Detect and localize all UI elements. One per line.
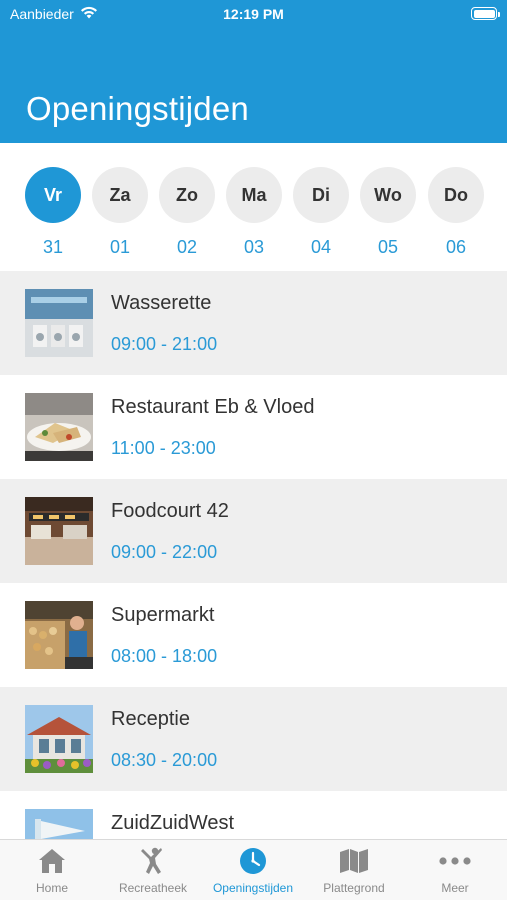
- foodcourt-photo: [25, 497, 93, 565]
- location-hours: 09:00 - 21:00: [111, 334, 218, 354]
- location-hours: 08:30 - 20:00: [111, 750, 218, 770]
- location-hours: 11:00 - 23:00: [111, 438, 216, 458]
- status-time: 12:19 PM: [223, 6, 284, 22]
- page-title: Openingstijden: [26, 90, 249, 127]
- supermarket-photo: [25, 601, 93, 669]
- clock-icon: [203, 846, 303, 876]
- day-label: Vr: [25, 167, 81, 223]
- status-bar: Aanbieder 12:19 PM: [0, 0, 507, 28]
- map-icon: [304, 846, 404, 876]
- location-name: Wasserette: [111, 292, 212, 314]
- laundry-photo: [25, 289, 93, 357]
- list-item[interactable]: Restaurant Eb & Vloed 11:00 - 23:00: [0, 375, 507, 479]
- reception-photo: [25, 705, 93, 773]
- tab-label: Meer: [441, 881, 469, 895]
- zuidzuidwest-photo: [25, 809, 93, 839]
- home-icon: [2, 846, 102, 876]
- list-item[interactable]: Receptie 08:30 - 20:00: [0, 687, 507, 791]
- day-wo[interactable]: Wo 05: [360, 167, 416, 258]
- day-date: 04: [310, 237, 332, 257]
- location-name: Foodcourt 42: [111, 500, 229, 522]
- day-label: Ma: [226, 167, 282, 223]
- more-icon: [405, 846, 505, 876]
- day-do[interactable]: Do 06: [428, 167, 484, 258]
- location-list[interactable]: Wasserette 09:00 - 21:00 Restaurant Eb &…: [0, 271, 507, 839]
- restaurant-photo: [25, 393, 93, 461]
- tab-recreatheek[interactable]: Recreatheek: [103, 846, 203, 895]
- tab-bar: Home Recreatheek Openingstijden Plattegr…: [0, 839, 507, 900]
- battery-icon: [471, 7, 500, 20]
- tab-label: Plattegrond: [323, 881, 385, 895]
- location-hours: 08:00 - 18:00: [111, 646, 218, 666]
- day-ma[interactable]: Ma 03: [226, 167, 282, 258]
- tab-label: Home: [35, 881, 68, 895]
- day-label: Za: [92, 167, 148, 223]
- tab-home[interactable]: Home: [2, 846, 102, 895]
- list-item[interactable]: Supermarkt 08:00 - 18:00: [0, 583, 507, 687]
- list-item[interactable]: Foodcourt 42 09:00 - 22:00: [0, 479, 507, 583]
- day-label: Di: [293, 167, 349, 223]
- location-name: Supermarkt: [111, 604, 215, 626]
- day-label: Zo: [159, 167, 215, 223]
- day-di[interactable]: Di 04: [293, 167, 349, 258]
- day-date: 03: [243, 237, 265, 257]
- day-za[interactable]: Za 01: [92, 167, 148, 258]
- dancer-icon: [103, 846, 203, 876]
- day-date: 31: [42, 237, 64, 257]
- day-selector: Vr 31 Za 01 Zo 02 Ma 03 Di 04 Wo 05 Do 0…: [0, 143, 507, 271]
- location-name: Restaurant Eb & Vloed: [111, 396, 315, 418]
- day-label: Do: [428, 167, 484, 223]
- day-zo[interactable]: Zo 02: [159, 167, 215, 258]
- day-date: 05: [377, 237, 399, 257]
- tab-openingstijden[interactable]: Openingstijden: [203, 846, 303, 895]
- location-name: ZuidZuidWest: [111, 812, 235, 834]
- header: Aanbieder 12:19 PM Openingstijden: [0, 0, 507, 143]
- day-date: 01: [109, 237, 131, 257]
- list-item[interactable]: ZuidZuidWest: [0, 791, 507, 839]
- tab-plattegrond[interactable]: Plattegrond: [304, 846, 404, 895]
- tab-meer[interactable]: Meer: [405, 846, 505, 895]
- list-item[interactable]: Wasserette 09:00 - 21:00: [0, 271, 507, 375]
- day-label: Wo: [360, 167, 416, 223]
- day-vr[interactable]: Vr 31: [25, 167, 81, 258]
- tab-label: Openingstijden: [212, 881, 294, 895]
- day-date: 06: [445, 237, 467, 257]
- day-date: 02: [176, 237, 198, 257]
- tab-label: Recreatheek: [118, 881, 188, 895]
- location-hours: 09:00 - 22:00: [111, 542, 218, 562]
- location-name: Receptie: [111, 708, 190, 730]
